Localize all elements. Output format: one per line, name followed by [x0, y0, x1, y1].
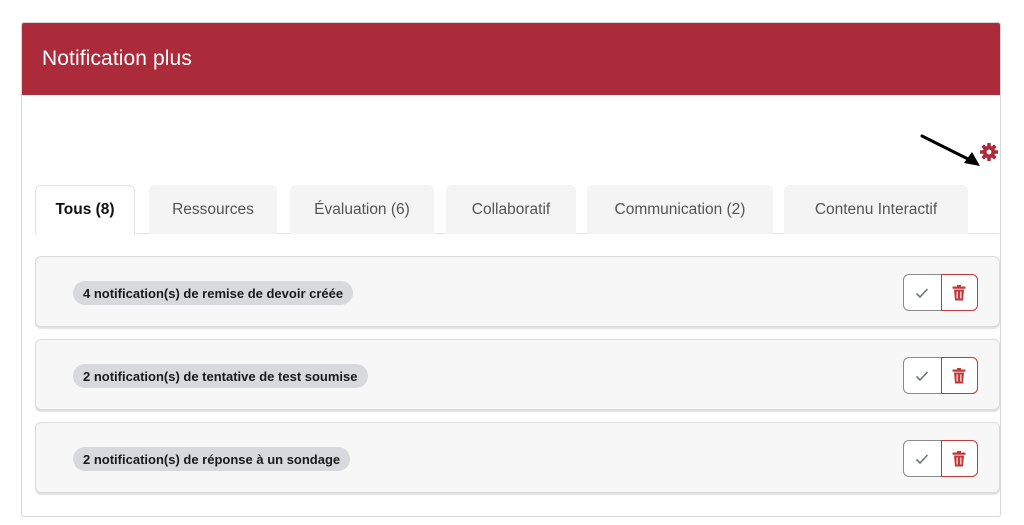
page-title: Notification plus	[42, 47, 192, 70]
tab-label: Collaboratif	[471, 200, 551, 218]
tab-all[interactable]: Tous (8)	[35, 185, 135, 235]
tab-resources[interactable]: Ressources	[149, 185, 277, 234]
notification-card: Notification plus Tous (8) Ressources Év…	[21, 22, 1001, 517]
delete-button[interactable]	[940, 357, 978, 394]
check-icon	[916, 370, 929, 381]
mark-read-button[interactable]	[903, 274, 941, 311]
tab-label: Communication (2)	[614, 200, 746, 218]
mark-read-button[interactable]	[903, 357, 941, 394]
tab-label: Évaluation (6)	[314, 200, 410, 218]
tab-label: Tous (8)	[55, 201, 115, 218]
delete-button[interactable]	[940, 440, 978, 477]
tab-collaborative[interactable]: Collaboratif	[446, 185, 576, 234]
notification-badge: 2 notification(s) de réponse à un sondag…	[73, 447, 351, 471]
settings-area	[22, 95, 1000, 185]
tab-label: Ressources	[172, 200, 254, 218]
notification-badge: 4 notification(s) de remise de devoir cr…	[73, 281, 354, 305]
tab-interactive-content[interactable]: Contenu Interactif	[784, 185, 968, 234]
check-icon	[916, 453, 929, 464]
check-icon	[916, 287, 929, 298]
notification-item: 2 notification(s) de tentative de test s…	[35, 339, 1000, 410]
trash-icon	[952, 284, 966, 300]
tab-communication[interactable]: Communication (2)	[587, 185, 773, 234]
notification-item: 2 notification(s) de réponse à un sondag…	[35, 422, 1000, 493]
tab-evaluation[interactable]: Évaluation (6)	[290, 185, 434, 234]
delete-button[interactable]	[940, 274, 978, 311]
notification-item: 4 notification(s) de remise de devoir cr…	[35, 256, 1000, 327]
mark-read-button[interactable]	[903, 440, 941, 477]
tab-label: Contenu Interactif	[814, 200, 938, 218]
notification-actions	[903, 440, 978, 477]
gear-icon[interactable]	[979, 142, 999, 162]
notification-badge: 2 notification(s) de tentative de test s…	[73, 364, 368, 388]
tab-bar: Tous (8) Ressources Évaluation (6) Colla…	[35, 185, 999, 235]
notification-actions	[903, 274, 978, 311]
trash-icon	[952, 367, 966, 383]
notification-actions	[903, 357, 978, 394]
trash-icon	[952, 450, 966, 466]
card-header: Notification plus	[22, 23, 1000, 95]
arrow-icon	[920, 134, 980, 166]
